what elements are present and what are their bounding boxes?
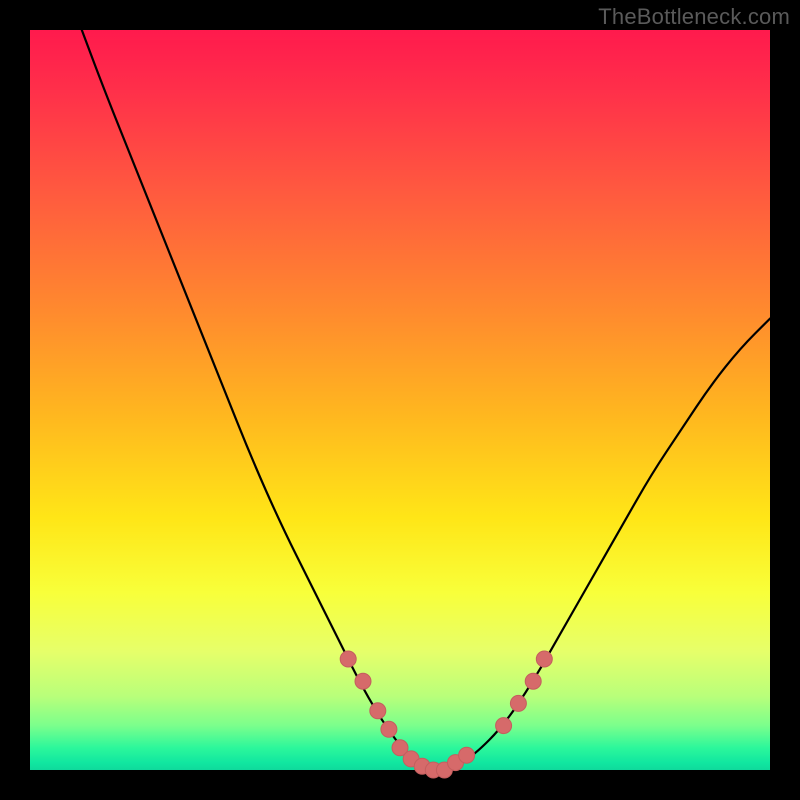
outer-frame: TheBottleneck.com — [0, 0, 800, 800]
curve-marker — [381, 721, 397, 737]
curve-marker — [510, 695, 526, 711]
curve-marker — [536, 651, 552, 667]
curve-marker — [459, 747, 475, 763]
watermark-text: TheBottleneck.com — [598, 4, 790, 30]
curve-svg — [30, 30, 770, 770]
curve-marker — [525, 673, 541, 689]
curve-marker — [370, 703, 386, 719]
curve-marker — [340, 651, 356, 667]
curve-marker — [355, 673, 371, 689]
marker-group — [340, 651, 552, 778]
plot-area — [30, 30, 770, 770]
bottleneck-curve — [82, 30, 770, 770]
curve-marker — [496, 718, 512, 734]
